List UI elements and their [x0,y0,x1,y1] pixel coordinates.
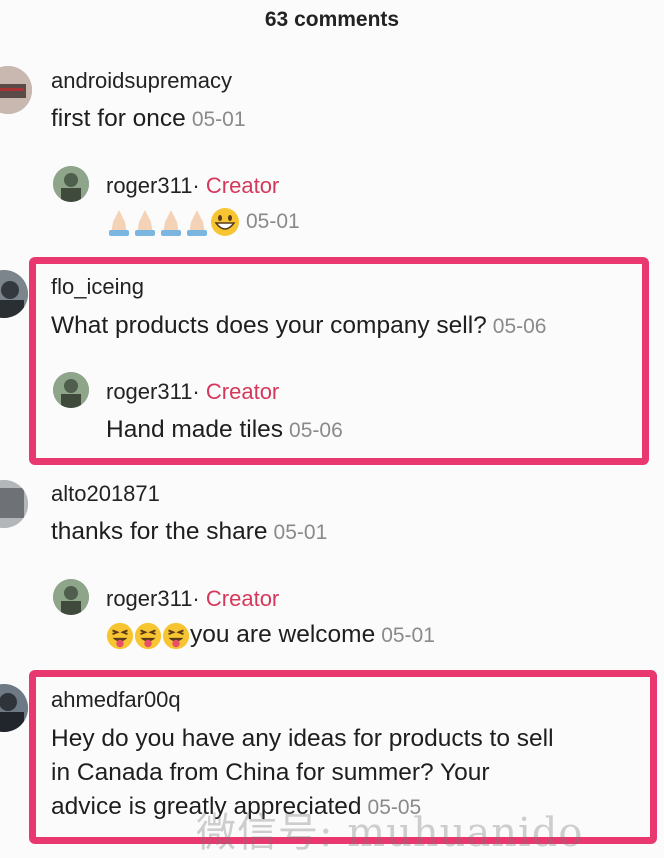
reply-date: 05-01 [246,210,300,234]
tongue-face-icon [162,622,190,649]
comment-body: first for once [51,105,186,132]
reply-text: 05-01 [106,207,300,237]
comment-username[interactable]: androidsupremacy [51,68,232,94]
comment-username[interactable]: ahmedfar00q [51,687,181,713]
reply-date: 05-01 [381,624,435,647]
comment-text: first for once 05-01 [51,105,246,133]
reply-date: 05-06 [289,419,343,442]
reply-text: you are welcome 05-01 [106,621,435,650]
avatar[interactable] [0,480,28,528]
creator-badge: Creator [205,173,280,198]
grinning-face-icon [211,208,239,236]
comment-username[interactable]: alto201871 [51,481,160,507]
tongue-face-icon [134,622,162,649]
reply-author[interactable]: roger311· [106,379,200,404]
comment-date: 05-06 [492,315,547,338]
tongue-face-icon [106,622,134,649]
folded-hands-icon [135,210,155,236]
comment-date: 05-01 [191,108,246,131]
folded-hands-icon [109,210,129,236]
reply-text: Hand made tiles 05-06 [106,416,343,444]
comment-line: Hey do you have any ideas for products t… [51,725,554,752]
comment-text: thanks for the share 05-01 [51,518,327,546]
avatar[interactable] [0,66,32,114]
reply-author[interactable]: roger311· [106,586,200,611]
creator-badge: Creator [205,379,280,404]
avatar[interactable] [0,270,28,318]
folded-hands-icon [161,210,181,236]
reply-username[interactable]: roger311· Creator [106,586,279,612]
comment-date: 05-01 [273,521,328,544]
comments-count-header: 63 comments [264,8,400,31]
folded-hands-icon [187,210,207,236]
avatar[interactable] [53,372,89,408]
reply-body: Hand made tiles [106,416,284,443]
reply-username[interactable]: roger311· Creator [106,379,279,405]
avatar[interactable] [53,579,89,615]
comment-line: in Canada from China for summer? Your [51,759,490,786]
reply-body: you are welcome [190,621,376,648]
comment-text: What products does your company sell? 05-… [51,312,547,340]
comment-body: What products does your company sell? [51,312,487,339]
avatar[interactable] [53,166,89,202]
reply-username[interactable]: roger311· Creator [106,173,279,199]
comment-body: thanks for the share [51,518,268,545]
avatar[interactable] [0,684,28,732]
watermark-text: 微信号: muhuanido [196,810,584,856]
reply-author[interactable]: roger311· [106,173,200,198]
creator-badge: Creator [205,586,280,611]
comment-username[interactable]: flo_iceing [51,274,144,300]
